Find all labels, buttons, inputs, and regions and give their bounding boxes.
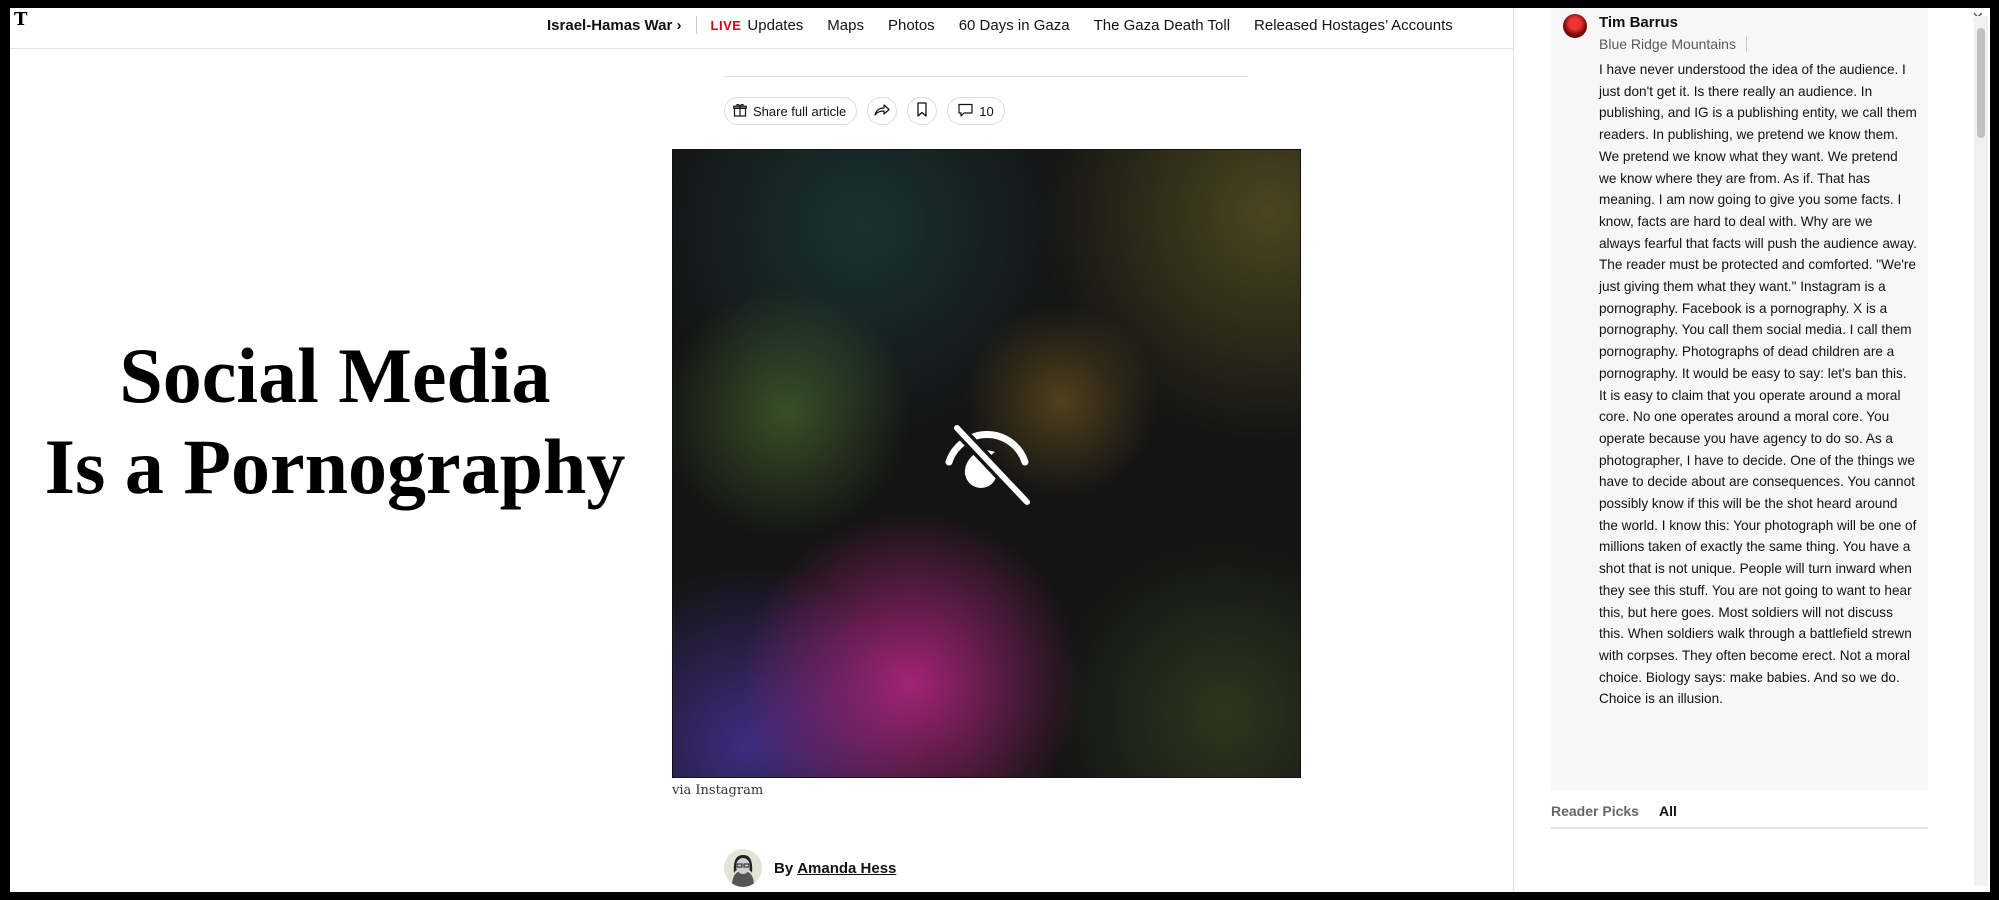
bookmark-icon bbox=[916, 102, 928, 120]
nav-item-live-updates[interactable]: LIVE Updates bbox=[711, 17, 804, 34]
nav-item-photos[interactable]: Photos bbox=[888, 17, 935, 34]
nav-item-gaza-death-toll[interactable]: The Gaza Death Toll bbox=[1094, 17, 1230, 34]
headline: Social Media Is a Pornography bbox=[40, 330, 630, 512]
tab-reader-picks[interactable]: Reader Picks bbox=[1551, 803, 1639, 827]
byline-text: By Amanda Hess bbox=[774, 860, 896, 877]
commenter-name[interactable]: Tim Barrus bbox=[1599, 14, 1678, 31]
save-bookmark-button[interactable] bbox=[907, 97, 938, 125]
nav-items: Israel-Hamas War › LIVE Updates Maps Pho… bbox=[547, 12, 1477, 38]
browser-viewport: T Israel-Hamas War › LIVE Updates Maps P… bbox=[10, 8, 1990, 892]
nav-section-israel-hamas-war[interactable]: Israel-Hamas War › bbox=[547, 17, 682, 34]
scrollbar[interactable] bbox=[1974, 16, 1988, 886]
byline-prefix: By bbox=[774, 859, 794, 877]
image-caption: via Instagram bbox=[672, 783, 764, 798]
share-full-article-button[interactable]: Share full article bbox=[724, 97, 858, 125]
comment-count: 10 bbox=[979, 103, 994, 119]
hero-image-blurred[interactable] bbox=[672, 149, 1301, 778]
nav-item-released-hostages[interactable]: Released Hostages’ Accounts bbox=[1254, 17, 1453, 34]
nav-item-label: Updates bbox=[747, 16, 804, 34]
comment-tabs: Reader Picks All bbox=[1551, 803, 1928, 829]
share-arrow-icon bbox=[874, 103, 890, 120]
gift-icon bbox=[733, 103, 747, 120]
tab-all[interactable]: All bbox=[1659, 803, 1677, 827]
comments-panel: × Tim Barrus Blue Ridge Mountains I have… bbox=[1513, 8, 1990, 892]
author-name-link[interactable]: Amanda Hess bbox=[797, 860, 896, 877]
top-navigation: T Israel-Hamas War › LIVE Updates Maps P… bbox=[10, 8, 1513, 49]
nav-divider bbox=[695, 16, 697, 34]
commenter-avatar[interactable] bbox=[1563, 14, 1587, 38]
comment-body: I have never understood the idea of the … bbox=[1599, 62, 1917, 707]
share-full-article-label: Share full article bbox=[753, 103, 847, 119]
comment-icon bbox=[958, 103, 973, 120]
nyt-logo-icon[interactable]: T bbox=[14, 10, 34, 30]
comments-button[interactable]: 10 bbox=[947, 97, 1005, 125]
live-badge: LIVE bbox=[710, 17, 742, 33]
comment-card: Tim Barrus Blue Ridge Mountains I have n… bbox=[1551, 8, 1928, 790]
share-button[interactable] bbox=[867, 97, 898, 125]
eye-slash-icon bbox=[937, 410, 1037, 510]
headline-line-1: Social Media bbox=[119, 332, 551, 419]
share-toolbar: Share full article 10 bbox=[724, 97, 1015, 125]
author-avatar[interactable] bbox=[724, 849, 762, 887]
nav-item-maps[interactable]: Maps bbox=[827, 17, 864, 34]
headline-line-2: Is a Pornography bbox=[44, 423, 626, 510]
scrollbar-thumb[interactable] bbox=[1977, 28, 1985, 138]
commenter-location: Blue Ridge Mountains bbox=[1599, 36, 1747, 52]
divider bbox=[724, 76, 1248, 77]
nav-item-60-days-in-gaza[interactable]: 60 Days in Gaza bbox=[959, 17, 1070, 34]
byline: By Amanda Hess bbox=[724, 849, 896, 887]
